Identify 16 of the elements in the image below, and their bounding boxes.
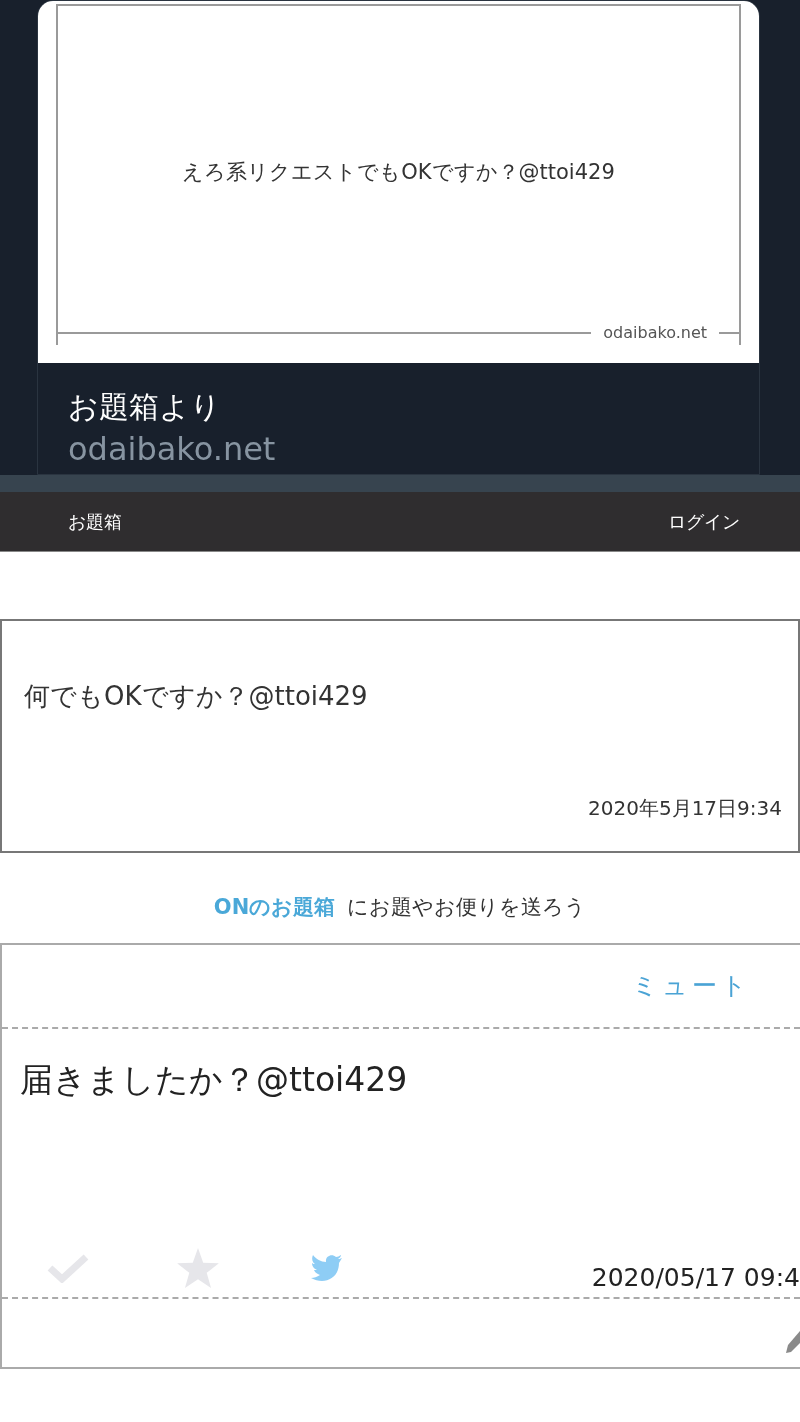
check-icon[interactable] xyxy=(47,1253,89,1283)
card-domain: odaibako.net xyxy=(68,429,277,470)
send-prompt-text: にお題やお便りを送ろう xyxy=(347,893,587,921)
card-title: お題箱より xyxy=(68,388,222,426)
image-watermark: odaibako.net xyxy=(602,322,708,344)
bird-icon[interactable] xyxy=(311,1254,343,1282)
pencil-icon[interactable] xyxy=(786,1329,800,1353)
link-card[interactable]: えろ系リクエストでもOKですか？@ttoi429 odaibako.net お題箱より odaibako.net xyxy=(37,0,760,475)
star-icon[interactable] xyxy=(177,1248,219,1288)
login-link[interactable]: ログイン xyxy=(668,508,740,535)
inbox-date: 2020/05/17 09:4 xyxy=(591,1262,800,1295)
message-text: 何でもOKですか？@ttoi429 xyxy=(24,680,369,713)
message-date: 2020年5月17日9:34 xyxy=(588,795,782,822)
image-text: えろ系リクエストでもOKですか？@ttoi429 xyxy=(182,158,615,186)
inbox-text: 届きましたか？@ttoi429 xyxy=(19,1059,409,1101)
brand-link[interactable]: お題箱 xyxy=(68,508,122,535)
